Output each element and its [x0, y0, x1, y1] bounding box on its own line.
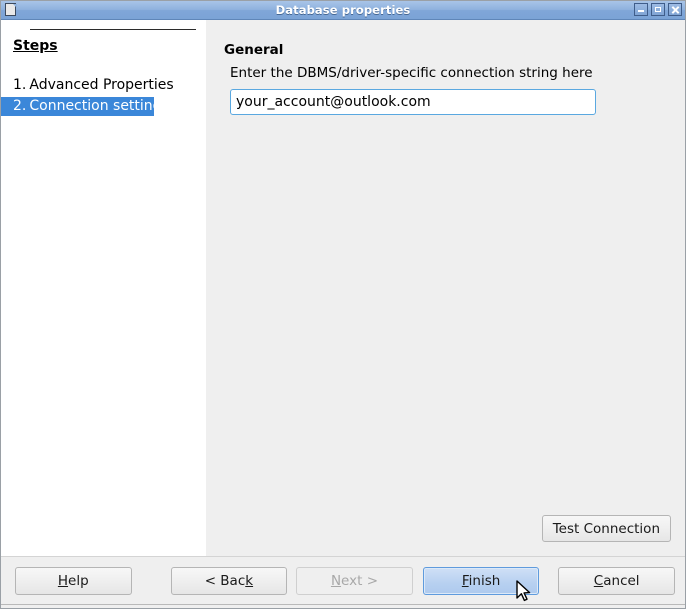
maximize-icon[interactable]: [651, 3, 665, 16]
steps-sidebar: Steps 1. Advanced Properties 2. Connection…: [1, 20, 206, 556]
connection-string-label: Enter the DBMS/driver-specific connectio…: [230, 65, 593, 81]
help-button[interactable]: Help: [15, 566, 132, 595]
next-button: Next >: [296, 566, 413, 595]
step-label: Advanced Properties: [29, 77, 174, 93]
main-panel: General Enter the DBMS/driver-specific c…: [206, 20, 685, 556]
help-mnemonic: H: [57, 572, 69, 589]
window-bottom-edge: [1, 604, 685, 608]
steps-list: 1. Advanced Properties 2. Connection setti…: [1, 76, 206, 116]
test-connection-wrap: Test Connection: [541, 515, 671, 542]
help-label: elp: [68, 572, 89, 589]
finish-button[interactable]: Finish: [422, 566, 540, 595]
back-label: < Bac: [204, 572, 246, 589]
next-mnemonic: N: [330, 572, 342, 589]
database-properties-dialog: Database properties Steps 1. Advanced Pro…: [0, 0, 686, 609]
window-title: Database properties: [275, 3, 411, 17]
document-icon: [5, 3, 18, 18]
steps-heading: Steps: [13, 38, 58, 54]
cancel-button[interactable]: Cancel: [558, 566, 675, 595]
dialog-footer: Help < Back Next > Finish Cancel: [1, 556, 685, 604]
connection-string-input[interactable]: [230, 89, 596, 115]
window-controls: [634, 3, 682, 16]
step-number: 2.: [13, 98, 27, 114]
cancel-mnemonic: C: [593, 572, 604, 589]
step-number: 1.: [13, 77, 27, 93]
back-button[interactable]: < Back: [170, 566, 288, 595]
cancel-label: ancel: [603, 572, 640, 589]
test-connection-button[interactable]: Test Connection: [541, 515, 671, 542]
minimize-icon[interactable]: [634, 3, 648, 16]
finish-mnemonic: F: [461, 572, 469, 589]
sidebar-divider: [30, 29, 196, 30]
dialog-body: Steps 1. Advanced Properties 2. Connection…: [1, 20, 685, 556]
back-mnemonic: k: [245, 572, 254, 589]
next-label: ext >: [341, 572, 379, 589]
sidebar-item-connection-settings[interactable]: 2. Connection settings: [1, 97, 169, 116]
finish-label: inish: [468, 572, 501, 589]
close-icon[interactable]: [668, 3, 682, 16]
general-group-title: General: [224, 42, 284, 58]
step-label: Connection settings: [29, 98, 169, 114]
sidebar-item-advanced-properties[interactable]: 1. Advanced Properties: [1, 76, 206, 95]
title-bar: Database properties: [1, 1, 685, 20]
